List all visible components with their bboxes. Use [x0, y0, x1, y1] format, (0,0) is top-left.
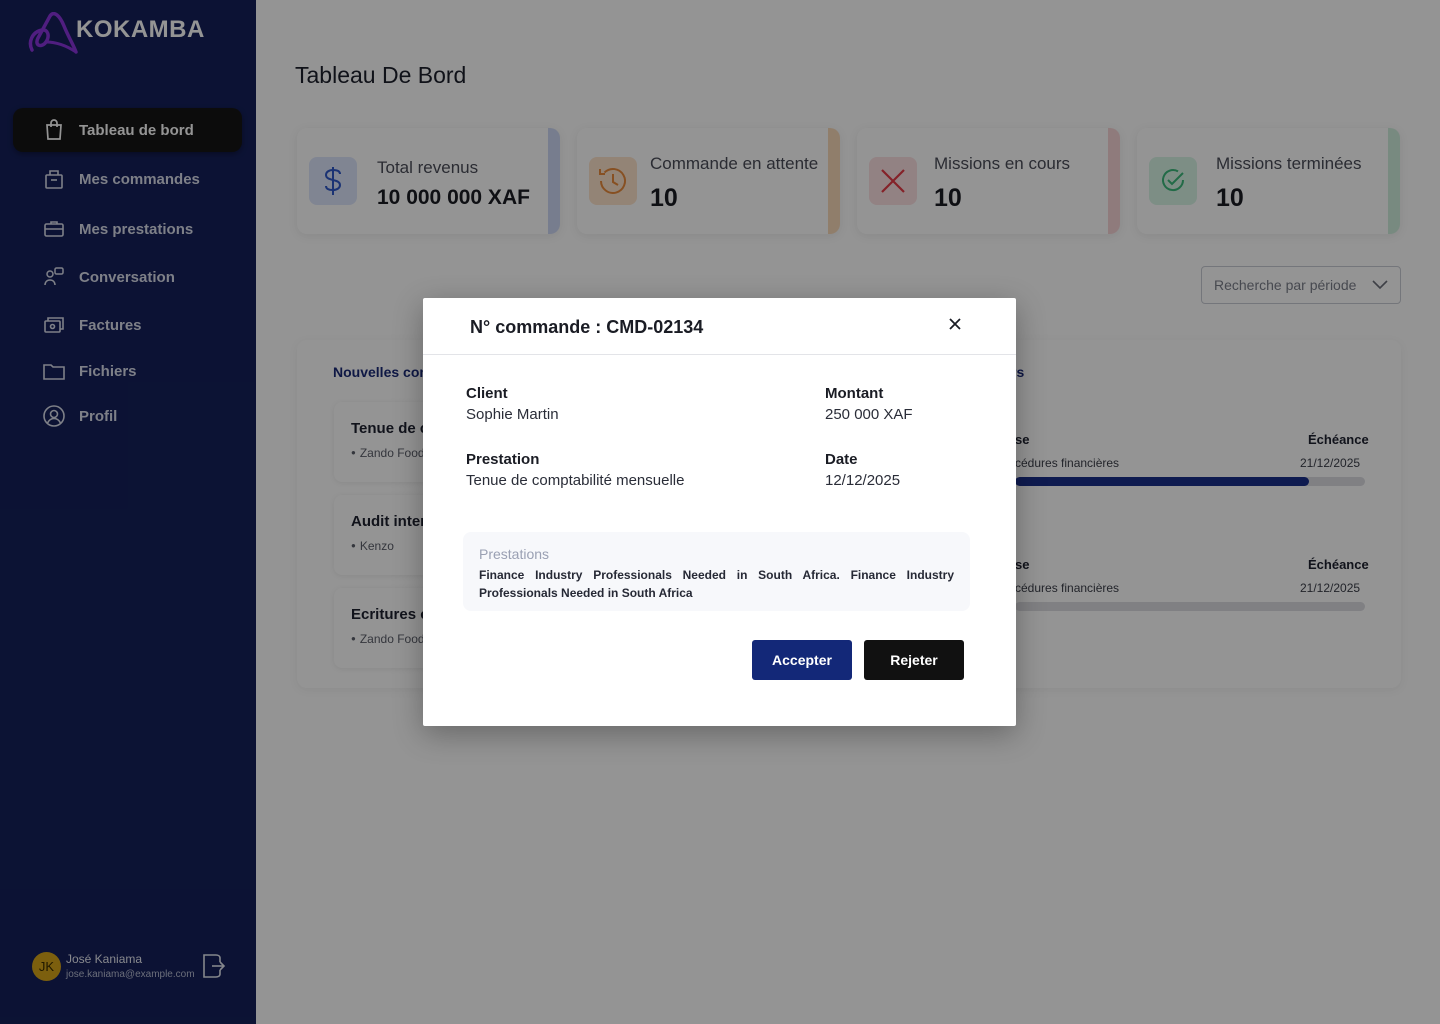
date-value: 12/12/2025: [825, 472, 901, 489]
order-detail-modal: N° commande : CMD-02134 Client Sophie Ma…: [423, 298, 1016, 726]
accept-button[interactable]: Accepter: [752, 640, 852, 680]
modal-header: N° commande : CMD-02134: [423, 298, 1016, 355]
description-text: Finance Industry Professionals Needed in…: [479, 568, 954, 600]
reject-button[interactable]: Rejeter: [864, 640, 964, 680]
modal-title: N° commande : CMD-02134: [470, 317, 704, 337]
amount-value: 250 000 XAF: [825, 406, 913, 423]
description-label: Prestations: [479, 546, 550, 562]
services-description-box: Prestations Finance Industry Professiona…: [463, 532, 970, 611]
service-value: Tenue de comptabilité mensuelle: [466, 472, 685, 489]
date-label: Date: [825, 451, 858, 468]
client-label: Client: [466, 385, 508, 402]
amount-label: Montant: [825, 385, 884, 402]
close-icon[interactable]: [946, 315, 964, 333]
service-label: Prestation: [466, 451, 540, 468]
client-value: Sophie Martin: [466, 406, 559, 423]
